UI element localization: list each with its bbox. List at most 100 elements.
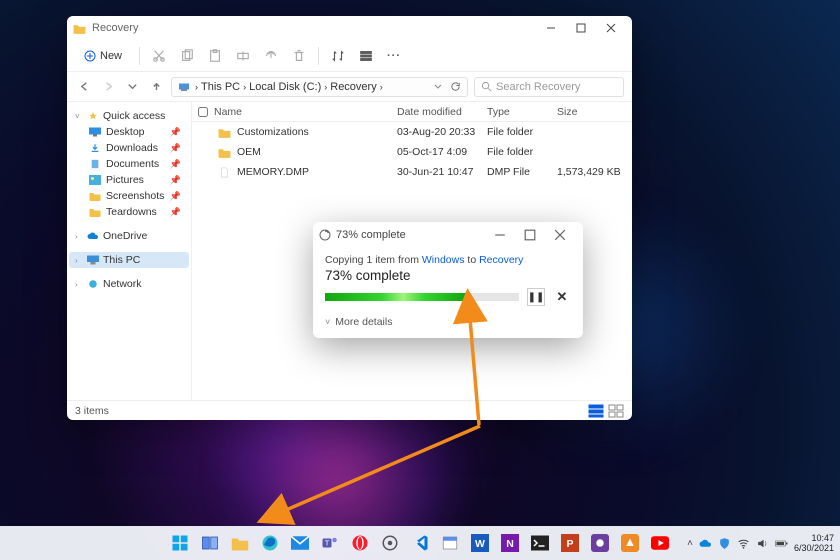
tray-chevron-up-icon[interactable]: ˄ (687, 538, 693, 549)
tray-wifi-icon[interactable] (737, 537, 750, 550)
pause-button[interactable]: ❚❚ (527, 288, 545, 306)
maximize-button[interactable] (566, 16, 596, 40)
taskbar-opera-icon[interactable] (348, 531, 372, 555)
back-button[interactable] (75, 78, 93, 96)
select-all-checkbox[interactable] (198, 107, 208, 117)
taskbar-terminal-icon[interactable] (528, 531, 552, 555)
svg-text:T: T (325, 538, 330, 547)
taskbar-purple-app-icon[interactable] (588, 531, 612, 555)
cloud-icon (87, 231, 99, 241)
network-icon (87, 279, 99, 289)
col-size[interactable]: Size (557, 106, 632, 118)
up-button[interactable] (147, 78, 165, 96)
copy-description: Copying 1 item from Windows to Recovery (325, 254, 571, 266)
breadcrumb-root[interactable]: This PC (201, 81, 240, 93)
taskbar-teams-icon[interactable]: T (318, 531, 342, 555)
sidebar-item-desktop[interactable]: Desktop📌 (69, 124, 189, 140)
copy-to-link[interactable]: Recovery (479, 254, 523, 266)
dialog-minimize-button[interactable] (487, 223, 517, 247)
file-explorer-window: Recovery New ··· › This PC › (67, 16, 632, 420)
cut-icon[interactable] (148, 45, 170, 67)
share-icon[interactable] (260, 45, 282, 67)
dialog-titlebar[interactable]: 73% complete (313, 222, 583, 248)
svg-text:P: P (566, 538, 573, 550)
dialog-close-button[interactable] (547, 223, 577, 247)
taskbar-clock[interactable]: 10:47 6/30/2021 (794, 533, 834, 553)
folder-icon (218, 147, 231, 158)
svg-text:W: W (475, 538, 485, 550)
window-title: Recovery (92, 22, 138, 34)
cancel-button[interactable]: ✕ (553, 288, 571, 306)
column-headers[interactable]: Name Date modified Type Size (192, 102, 632, 122)
dialog-maximize-button[interactable] (517, 223, 547, 247)
taskbar-file-explorer-pinned-icon[interactable] (228, 531, 252, 555)
sidebar-this-pc[interactable]: ›This PC (69, 252, 189, 268)
search-input[interactable]: Search Recovery (474, 77, 624, 97)
table-row[interactable]: MEMORY.DMP30-Jun-21 10:47DMP File1,573,4… (192, 162, 632, 182)
breadcrumb-drive[interactable]: Local Disk (C:) (249, 81, 321, 93)
taskbar-edge-icon[interactable] (258, 531, 282, 555)
paste-icon[interactable] (204, 45, 226, 67)
details-view-icon[interactable] (588, 404, 604, 418)
view-icon[interactable] (355, 45, 377, 67)
sidebar-item-teardowns[interactable]: Teardowns📌 (69, 204, 189, 220)
taskbar-onenote-icon[interactable]: N (498, 531, 522, 555)
sidebar-item-documents[interactable]: Documents📌 (69, 156, 189, 172)
sidebar-item-downloads[interactable]: Downloads📌 (69, 140, 189, 156)
forward-button[interactable] (99, 78, 117, 96)
minimize-button[interactable] (536, 16, 566, 40)
titlebar[interactable]: Recovery (67, 16, 632, 40)
taskbar-powerpoint-icon[interactable]: P (558, 531, 582, 555)
chevron-down-icon[interactable] (433, 82, 443, 92)
taskbar-youtube-icon[interactable] (648, 531, 672, 555)
breadcrumb-folder[interactable]: Recovery (330, 81, 376, 93)
status-bar: 3 items (67, 400, 632, 420)
tray-onedrive-icon[interactable] (699, 537, 712, 550)
pin-icon: 📌 (170, 127, 181, 138)
more-icon[interactable]: ··· (383, 45, 405, 67)
command-toolbar: New ··· (67, 40, 632, 72)
col-date[interactable]: Date modified (397, 106, 487, 118)
copy-from-link[interactable]: Windows (422, 254, 465, 266)
tray-volume-icon[interactable] (756, 537, 769, 550)
sidebar-network[interactable]: ›Network (69, 276, 189, 292)
taskbar[interactable]: T W N P ˄ 10:47 6/30/2021 (0, 526, 840, 560)
nav-row: › This PC › Local Disk (C:) › Recovery ›… (67, 72, 632, 102)
close-button[interactable] (596, 16, 626, 40)
rename-icon[interactable] (232, 45, 254, 67)
sidebar-item-pictures[interactable]: Pictures📌 (69, 172, 189, 188)
taskbar-task-view-icon[interactable] (198, 531, 222, 555)
taskbar-word-icon[interactable]: W (468, 531, 492, 555)
taskbar-mail-icon[interactable] (288, 531, 312, 555)
tray-defender-icon[interactable] (718, 537, 731, 550)
sidebar-onedrive[interactable]: ›OneDrive (69, 228, 189, 244)
recent-button[interactable] (123, 78, 141, 96)
progress-icon (319, 229, 331, 241)
col-type[interactable]: Type (487, 106, 557, 118)
sidebar-item-screenshots[interactable]: Screenshots📌 (69, 188, 189, 204)
new-button[interactable]: New (75, 46, 131, 66)
more-details-toggle[interactable]: ˅More details (325, 316, 571, 328)
delete-icon[interactable] (288, 45, 310, 67)
taskbar-settings-icon[interactable] (378, 531, 402, 555)
taskbar-vscode-icon[interactable] (408, 531, 432, 555)
status-text: 3 items (75, 405, 109, 417)
thumbnails-view-icon[interactable] (608, 404, 624, 418)
copy-icon[interactable] (176, 45, 198, 67)
new-button-label: New (100, 50, 122, 62)
sidebar-quick-access[interactable]: ˅ Quick access (69, 108, 189, 124)
taskbar-start-icon[interactable] (168, 531, 192, 555)
tray-battery-icon[interactable] (775, 537, 788, 550)
pc-icon (87, 255, 99, 265)
file-icon (218, 167, 231, 178)
table-row[interactable]: Customizations03-Aug-20 20:33File folder (192, 122, 632, 142)
refresh-icon[interactable] (450, 81, 461, 92)
pc-icon (178, 82, 190, 92)
col-name[interactable]: Name (214, 106, 397, 118)
taskbar-orange-app-icon[interactable] (618, 531, 642, 555)
sort-icon[interactable] (327, 45, 349, 67)
breadcrumb[interactable]: › This PC › Local Disk (C:) › Recovery › (171, 77, 468, 97)
taskbar-disk-tool-icon[interactable] (438, 531, 462, 555)
search-placeholder: Search Recovery (496, 81, 580, 93)
table-row[interactable]: OEM05-Oct-17 4:09File folder (192, 142, 632, 162)
